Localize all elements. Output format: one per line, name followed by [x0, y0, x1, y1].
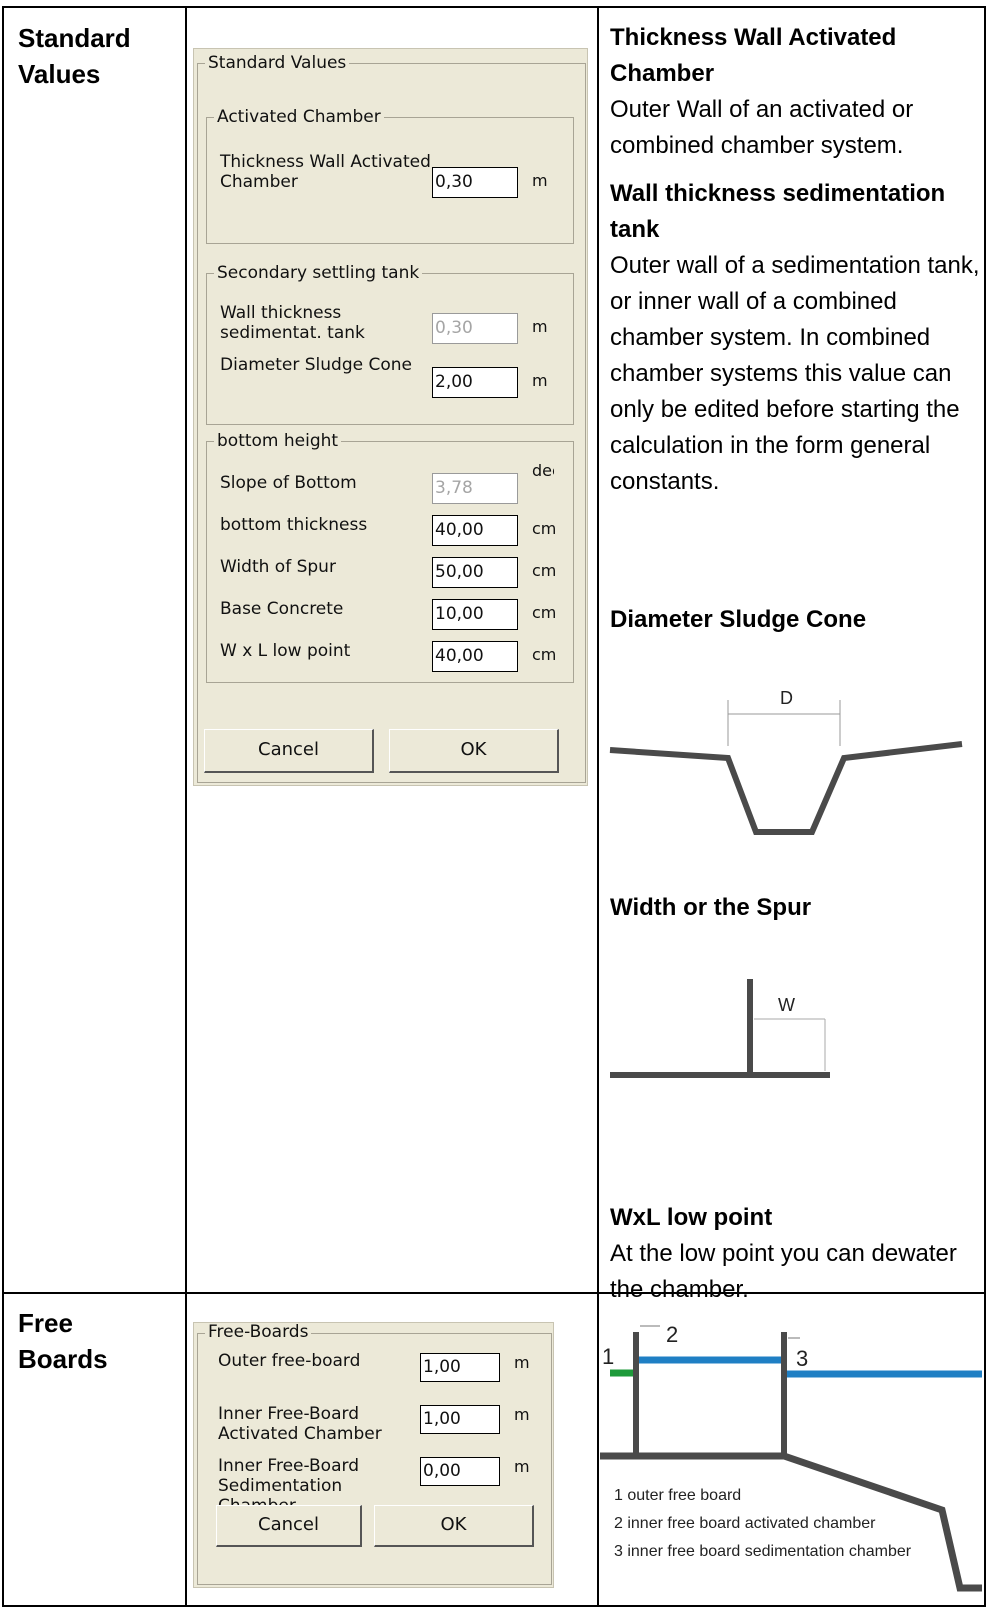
sludge-cone-diagram: D	[609, 688, 963, 835]
doc-heading-width-spur: Width or the Spur	[610, 894, 812, 921]
doc-heading-thickness-wall: Thickness Wall Activated Chamber	[610, 24, 897, 87]
thickness-wall-activated-label: Thickness Wall Activated Chamber	[220, 152, 431, 192]
width-of-spur-label: Width of Spur	[220, 557, 336, 577]
table-col-divider-2	[597, 6, 599, 1607]
outer-free-board-label: Outer free-board	[218, 1351, 361, 1371]
inner-free-board-activated-unit: m	[514, 1405, 530, 1424]
wxl-low-point-unit: cm	[532, 645, 557, 664]
bottom-thickness-label: bottom thickness	[220, 515, 368, 535]
inner-free-board-activated-label: Inner Free-Board Activated Chamber	[218, 1404, 382, 1444]
inner-free-board-sedimentation-unit: m	[514, 1457, 530, 1476]
doc-text-thickness-wall: Outer Wall of an activated or combined c…	[610, 96, 914, 159]
thickness-wall-activated-unit: m	[532, 171, 548, 190]
diameter-sludge-cone-input[interactable]: 2,00	[432, 367, 518, 398]
base-concrete-input[interactable]: 10,00	[432, 599, 518, 630]
wxl-low-point-input[interactable]: 40,00	[432, 641, 518, 672]
free-board-diagram: 1 2 3 1 outer free board 2 inner free bo…	[600, 1322, 982, 1592]
wall-thickness-sedimentation-input[interactable]: 0,30	[432, 313, 518, 344]
activated-chamber-group-title: Activated Chamber	[214, 108, 384, 126]
ok-button[interactable]: OK	[389, 729, 559, 773]
table-border-right	[984, 6, 986, 1607]
bottom-thickness-unit: cm	[532, 519, 557, 538]
doc-text-wall-sedimentation: Outer wall of a sedimentation tank, or i…	[610, 252, 980, 495]
wxl-low-point-label: W x L low point	[220, 641, 351, 661]
bottom-height-group-title: bottom height	[214, 432, 342, 450]
thickness-wall-activated-input[interactable]: 0,30	[432, 167, 518, 198]
wall-thickness-sedimentation-unit: m	[532, 317, 548, 336]
table-border-left	[2, 6, 4, 1607]
secondary-settling-group-title: Secondary settling tank	[214, 264, 423, 282]
free-boards-ok-button[interactable]: OK	[374, 1505, 534, 1547]
width-of-spur-unit: cm	[532, 561, 557, 580]
freeboard-legend-2: 2 inner free board activated chamber	[614, 1515, 876, 1532]
slope-of-bottom-unit: deç	[532, 461, 554, 480]
spur-diagram: W	[610, 979, 830, 1078]
width-of-spur-input[interactable]: 50,00	[432, 557, 518, 588]
row-header-standard-values: Standard Values	[18, 23, 131, 89]
freeboard-legend-3: 3 inner free board sedimentation chamber	[614, 1543, 912, 1560]
outer-free-board-unit: m	[514, 1353, 530, 1372]
free-boards-dialog: Free-Boards Outer free-board 1,00 m Inne…	[193, 1322, 554, 1588]
doc-heading-diameter-sludge-cone: Diameter Sludge Cone	[610, 606, 867, 633]
diameter-sludge-cone-unit: m	[532, 371, 548, 390]
freeboard-legend-1: 1 outer free board	[614, 1487, 741, 1504]
slope-of-bottom-label: Slope of Bottom	[220, 473, 357, 493]
doc-heading-wxl-low-point: WxL low point	[610, 1204, 773, 1231]
doc-text-wxl-low-point: At the low point you can dewater the cha…	[610, 1240, 957, 1303]
freeboard-number-3: 3	[796, 1346, 808, 1371]
freeboard-number-2: 2	[666, 1322, 678, 1347]
base-concrete-label: Base Concrete	[220, 599, 344, 619]
secondary-settling-group	[206, 273, 574, 425]
table-border-top	[2, 6, 986, 8]
standard-values-dialog: Standard Values Activated Chamber Thickn…	[193, 48, 588, 786]
base-concrete-unit: cm	[532, 603, 557, 622]
inner-free-board-sedimentation-input[interactable]: 0,00	[420, 1457, 500, 1486]
row-header-free-boards: Free Boards	[18, 1308, 108, 1374]
width-w-label: W	[778, 995, 795, 1015]
standard-values-group-title: Standard Values	[205, 54, 350, 72]
bottom-thickness-input[interactable]: 40,00	[432, 515, 518, 546]
freeboard-number-1: 1	[602, 1344, 614, 1369]
diameter-d-label: D	[780, 688, 793, 708]
doc-heading-wall-sedimentation: Wall thickness sedimentation tank	[610, 180, 946, 243]
table-col-divider-1	[185, 6, 187, 1607]
slope-of-bottom-input[interactable]: 3,78	[432, 473, 518, 504]
diameter-sludge-cone-label: Diameter Sludge Cone	[220, 355, 413, 375]
wall-thickness-sedimentation-label: Wall thickness sedimentat. tank	[220, 303, 365, 343]
inner-free-board-activated-input[interactable]: 1,00	[420, 1405, 500, 1434]
outer-free-board-input[interactable]: 1,00	[420, 1353, 500, 1382]
free-boards-group-title: Free-Boards	[205, 1323, 312, 1341]
free-boards-cancel-button[interactable]: Cancel	[216, 1505, 362, 1547]
cancel-button[interactable]: Cancel	[204, 729, 374, 773]
